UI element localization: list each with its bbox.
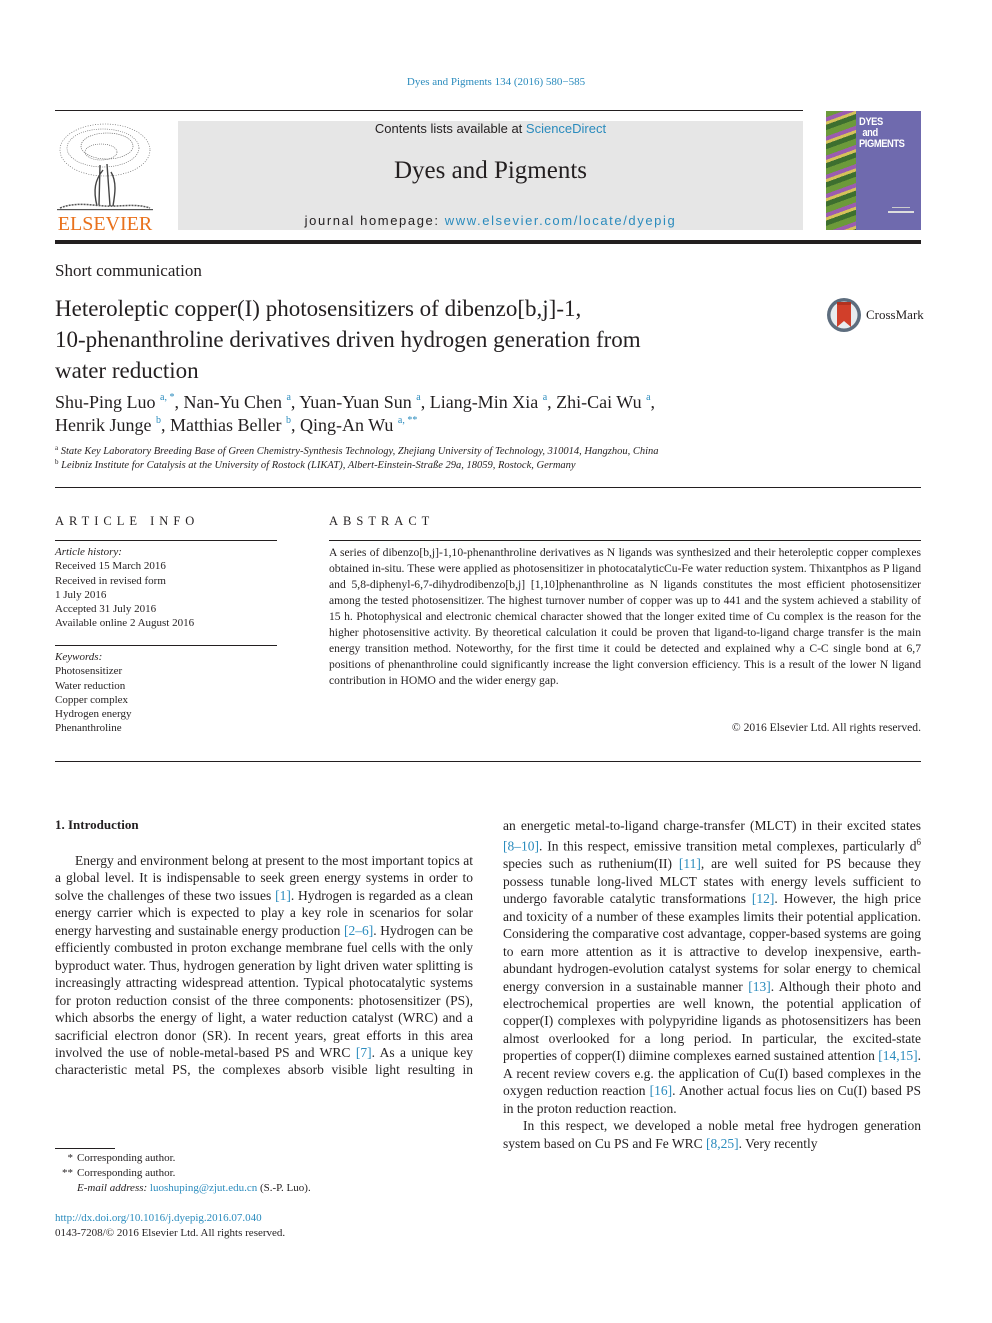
keyword: Phenanthroline xyxy=(55,722,122,735)
citation-link[interactable]: [2–6] xyxy=(344,923,373,938)
article-title: Heteroleptic copper(I) photosensitizers … xyxy=(55,293,775,386)
author[interactable]: Zhi-Cai Wu a xyxy=(556,392,650,412)
homepage-link[interactable]: www.elsevier.com/locate/dyepig xyxy=(445,213,677,228)
footnote-rule xyxy=(55,1148,115,1149)
sciencedirect-link[interactable]: ScienceDirect xyxy=(526,121,606,136)
section-heading-introduction: 1. Introduction xyxy=(55,817,139,832)
history-item: Received in revised form xyxy=(55,574,166,587)
keyword: Copper complex xyxy=(55,693,129,706)
section-rule xyxy=(329,540,921,541)
cover-publisher-mark xyxy=(892,207,910,208)
journal-cover-thumbnail[interactable]: DYES and PIGMENTS xyxy=(826,111,921,230)
affiliation: a State Key Laboratory Breeding Base of … xyxy=(55,444,659,458)
author-affiliation-mark[interactable]: a, ** xyxy=(398,415,417,426)
citation-link[interactable]: [14,15] xyxy=(878,1048,917,1063)
citation-link[interactable]: [1] xyxy=(275,888,291,903)
section-rule xyxy=(55,540,277,541)
citation-link[interactable]: [16] xyxy=(650,1083,673,1098)
journal-homepage: journal homepage: www.elsevier.com/locat… xyxy=(178,213,803,228)
affiliations: a State Key Laboratory Breeding Base of … xyxy=(55,445,659,473)
title-line: water reduction xyxy=(55,358,199,383)
citation-link[interactable]: [7] xyxy=(356,1045,372,1060)
history-item: Received 15 March 2016 xyxy=(55,560,166,573)
author[interactable]: Shu-Ping Luo a, * xyxy=(55,392,174,412)
footnote-mark: * xyxy=(67,1152,74,1164)
article-info-heading: ARTICLE INFO xyxy=(55,514,200,528)
email-link[interactable]: luoshuping@zjut.edu.cn xyxy=(150,1182,257,1194)
abstract-copyright: © 2016 Elsevier Ltd. All rights reserved… xyxy=(731,721,921,734)
crossmark-icon xyxy=(827,298,861,332)
author[interactable]: Liang-Min Xia a xyxy=(430,392,547,412)
author-affiliation-mark[interactable]: a, * xyxy=(160,392,174,403)
section-rule xyxy=(55,761,921,762)
citation-link[interactable]: [13] xyxy=(748,979,771,994)
contents-availability: Contents lists available at ScienceDirec… xyxy=(178,121,803,136)
article-type: Short communication xyxy=(55,261,202,280)
title-line: 10-phenanthroline derivatives driven hyd… xyxy=(55,327,641,352)
homepage-prefix: journal homepage: xyxy=(304,213,445,228)
doi-block: http://dx.doi.org/10.1016/j.dyepig.2016.… xyxy=(55,1211,285,1241)
cover-artwork xyxy=(826,111,856,230)
keywords-label: Keywords: xyxy=(55,651,103,663)
cover-title: DYES and PIGMENTS xyxy=(859,117,905,150)
footnotes: * Corresponding author. ** Corresponding a… xyxy=(55,1151,311,1196)
journal-reference[interactable]: Dyes and Pigments 134 (2016) 580−585 xyxy=(0,76,992,88)
keyword: Water reduction xyxy=(55,679,126,692)
author[interactable]: Yuan-Yuan Sun a xyxy=(299,392,420,412)
keywords: Keywords: Photosensitizer Water reductio… xyxy=(55,650,131,736)
journal-title: Dyes and Pigments xyxy=(393,157,588,184)
elsevier-wordmark: ELSEVIER xyxy=(58,213,153,232)
cover-publisher-mark xyxy=(888,211,914,213)
paragraph: Energy and environment belong at present… xyxy=(55,853,473,1078)
body-column-right: an energetic metal-to-ligand charge-tran… xyxy=(503,817,921,1152)
elsevier-tree-icon: ELSEVIER xyxy=(57,123,153,235)
header-thick-rule xyxy=(55,240,921,244)
doi-link[interactable]: http://dx.doi.org/10.1016/j.dyepig.2016.… xyxy=(55,1211,285,1226)
author-list: Shu-Ping Luo a, *, Nan-Yu Chen a, Yuan-Y… xyxy=(55,392,656,435)
citation-link[interactable]: [8,25] xyxy=(706,1136,739,1151)
footnote-text: Corresponding author. xyxy=(77,1167,176,1179)
abstract-heading: ABSTRACT xyxy=(329,514,435,528)
history-item: 1 July 2016 xyxy=(55,588,107,601)
citation-link[interactable]: [12] xyxy=(752,891,775,906)
email-footnote: E-mail address: luoshuping@zjut.edu.cn (… xyxy=(55,1181,311,1196)
citation-link[interactable]: [8–10] xyxy=(503,839,539,854)
journal-masthead: Contents lists available at ScienceDirec… xyxy=(178,121,803,230)
title-line: Heteroleptic copper(I) photosensitizers … xyxy=(55,296,582,321)
abstract-text: A series of dibenzo[b,j]-1,10-phenanthro… xyxy=(329,546,921,687)
citation-link[interactable]: [11] xyxy=(679,856,701,871)
crossmark-label: CrossMark xyxy=(866,307,924,322)
footnote-text: Corresponding author. xyxy=(77,1152,176,1164)
issn-copyright: 0143-7208/© 2016 Elsevier Ltd. All right… xyxy=(55,1227,286,1239)
crossmark-badge[interactable]: CrossMark xyxy=(825,296,924,334)
footnote-mark: ** xyxy=(62,1167,73,1179)
history-item: Accepted 31 July 2016 xyxy=(55,603,157,616)
header-rule xyxy=(55,110,803,111)
footnote: ** Corresponding author. xyxy=(55,1166,311,1181)
author[interactable]: Matthias Beller b xyxy=(170,415,291,435)
author[interactable]: Henrik Junge b xyxy=(55,415,161,435)
superscript: 6 xyxy=(916,837,922,848)
section-rule xyxy=(55,487,921,488)
history-item: Available online 2 August 2016 xyxy=(55,617,195,630)
elsevier-logo[interactable]: ELSEVIER xyxy=(55,120,155,235)
history-label: Article history: xyxy=(55,546,122,558)
contents-prefix: Contents lists available at xyxy=(374,121,526,136)
article-history: Article history: Received 15 March 2016 … xyxy=(55,545,194,631)
body-column-left: Energy and environment belong at present… xyxy=(55,852,473,1079)
author[interactable]: Qing-An Wu a, ** xyxy=(300,415,417,435)
keyword: Hydrogen energy xyxy=(55,708,132,721)
affiliation: b Leibniz Institute for Catalysis at the… xyxy=(55,458,576,472)
footnote: * Corresponding author. xyxy=(55,1151,311,1166)
paragraph: an energetic metal-to-ligand charge-tran… xyxy=(503,818,922,1116)
email-label: E-mail address: xyxy=(77,1182,150,1194)
keyword: Photosensitizer xyxy=(55,665,123,678)
email-suffix: (S.-P. Luo). xyxy=(257,1182,311,1194)
author[interactable]: Nan-Yu Chen a xyxy=(183,392,290,412)
cover-title-line: PIGMENTS xyxy=(859,138,905,150)
paragraph: In this respect, we developed a noble me… xyxy=(503,1118,921,1151)
section-rule xyxy=(55,645,277,646)
